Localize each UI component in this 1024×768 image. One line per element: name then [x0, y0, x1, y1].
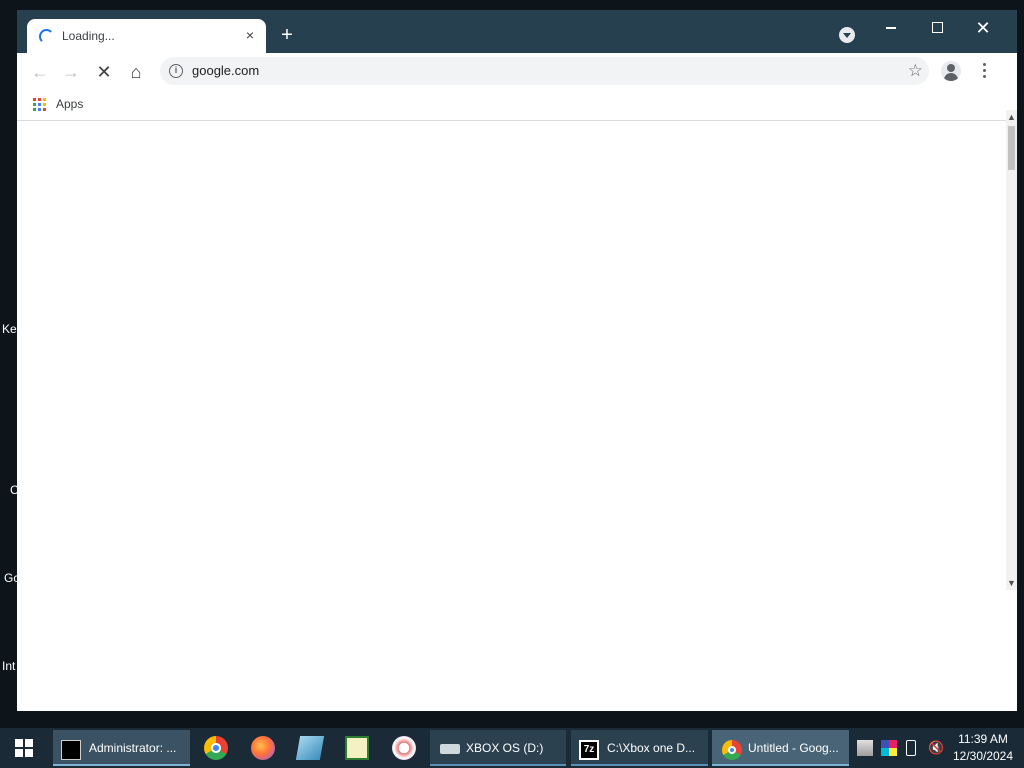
- clock-time[interactable]: 11:39 AM: [948, 732, 1018, 746]
- volume-muted-icon[interactable]: 🔇: [928, 740, 944, 756]
- scroll-up-icon[interactable]: ▲: [1007, 112, 1016, 122]
- tab-title: Loading...: [62, 29, 115, 43]
- notepad-icon[interactable]: [295, 736, 325, 760]
- chrome-icon: [722, 740, 742, 760]
- home-button[interactable]: ⌂: [125, 61, 147, 83]
- title-bar[interactable]: Loading... × + ✕: [17, 10, 1017, 53]
- taskbar-item-label: Untitled - Goog...: [748, 741, 839, 755]
- desktop-icon-label[interactable]: Ke: [2, 322, 17, 336]
- apps-bookmark[interactable]: Apps: [56, 97, 83, 111]
- taskbar-item-chrome[interactable]: Untitled - Goog...: [712, 730, 849, 766]
- desktop-scrollbar[interactable]: ▲ ▼: [1006, 110, 1017, 590]
- maximize-icon: [931, 22, 943, 34]
- firefox-icon[interactable]: [251, 736, 275, 760]
- close-window-button[interactable]: ✕: [960, 14, 1006, 42]
- drive-icon: [440, 744, 460, 754]
- desktop-icon-label[interactable]: Int: [2, 659, 15, 673]
- network-tray-icon[interactable]: [857, 740, 873, 756]
- minimize-icon: [886, 27, 896, 29]
- usb-tray-icon[interactable]: [906, 740, 916, 756]
- site-info-icon[interactable]: i: [169, 64, 183, 78]
- 7zip-icon: 7z: [579, 740, 599, 760]
- bookmark-star-icon[interactable]: ☆: [908, 61, 923, 81]
- taskbar-item-label: C:\Xbox one D...: [607, 741, 696, 755]
- page-content[interactable]: [17, 122, 1006, 711]
- minimize-button[interactable]: [868, 14, 914, 42]
- taskbar-item-label: XBOX OS (D:): [466, 741, 544, 755]
- taskbar-item-label: Administrator: ...: [89, 741, 177, 755]
- apps-grid-icon[interactable]: [33, 98, 47, 112]
- back-button[interactable]: ←: [29, 61, 51, 83]
- browser-window: Loading... × + ✕ ← → ✕ ⌂ i google.com ☆ …: [17, 10, 1017, 711]
- taskbar-item-drive[interactable]: XBOX OS (D:): [430, 730, 566, 766]
- browser-menu-icon[interactable]: [977, 61, 991, 81]
- scroll-down-icon[interactable]: ▼: [1007, 578, 1016, 588]
- chrome-icon[interactable]: [204, 736, 228, 760]
- new-tab-button[interactable]: +: [277, 25, 297, 45]
- bookmarks-bar: Apps: [17, 89, 1017, 121]
- stop-button[interactable]: ✕: [93, 61, 115, 83]
- taskbar-item-cmd[interactable]: Administrator: ...: [53, 730, 190, 766]
- maximize-button[interactable]: [914, 14, 960, 42]
- start-button[interactable]: [0, 728, 48, 768]
- windows-logo-icon: [15, 739, 33, 757]
- tab-search-button[interactable]: [839, 27, 855, 43]
- tab-close-icon[interactable]: ×: [242, 27, 258, 43]
- url-text[interactable]: google.com: [192, 63, 259, 78]
- taskbar-item-7zip[interactable]: 7z C:\Xbox one D...: [571, 730, 708, 766]
- cmd-icon: [61, 740, 81, 760]
- browser-tab[interactable]: Loading... ×: [27, 19, 266, 53]
- scroll-thumb[interactable]: [1008, 126, 1015, 170]
- archive-icon[interactable]: [345, 736, 369, 760]
- clock-date[interactable]: 12/30/2024: [948, 749, 1018, 763]
- paint-icon[interactable]: [392, 736, 416, 760]
- browser-toolbar: ← → ✕ ⌂ i google.com ☆: [17, 53, 1017, 89]
- taskbar: Administrator: ... XBOX OS (D:) 7z C:\Xb…: [0, 728, 1024, 768]
- address-bar[interactable]: i google.com ☆: [160, 57, 929, 85]
- forward-button[interactable]: →: [60, 61, 82, 83]
- profile-avatar-icon[interactable]: [941, 61, 961, 81]
- loading-spinner-icon: [39, 29, 54, 44]
- color-tray-icon[interactable]: [881, 740, 897, 756]
